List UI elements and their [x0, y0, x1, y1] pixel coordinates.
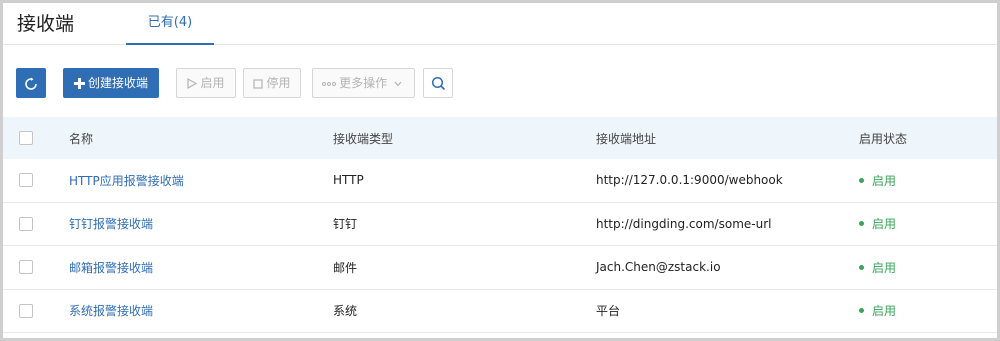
receiver-name-link[interactable]: HTTP应用报警接收端	[69, 159, 184, 202]
receiver-name-link[interactable]: 系统报警接收端	[69, 290, 153, 333]
row-checkbox[interactable]	[19, 260, 33, 275]
row-checkbox[interactable]	[19, 173, 33, 188]
enable-label: 启用	[200, 76, 225, 90]
app-frame: 接收端 已有(4) 创建接收端 启用 停用 更多操作 名称 接收端类型 接收端地…	[0, 0, 1000, 341]
status-badge: 启用	[859, 246, 896, 289]
page-title: 接收端	[17, 13, 75, 35]
chevron-down-icon	[394, 69, 402, 97]
stop-icon	[253, 69, 264, 97]
play-icon	[187, 69, 198, 97]
receiver-address: 平台	[596, 304, 621, 319]
receiver-name-link[interactable]: 邮箱报警接收端	[69, 246, 153, 289]
status-label: 启用	[872, 217, 897, 232]
status-dot-icon	[859, 308, 864, 314]
toolbar: 创建接收端 启用 停用 更多操作	[3, 65, 997, 99]
receiver-type: 系统	[333, 304, 358, 319]
search-icon	[431, 76, 445, 91]
status-badge: 启用	[859, 159, 896, 202]
disable-button[interactable]: 停用	[243, 68, 301, 98]
status-dot-icon	[859, 177, 864, 183]
more-dots-icon	[322, 69, 337, 97]
status-badge: 启用	[859, 203, 896, 246]
row-checkbox[interactable]	[19, 303, 33, 318]
column-header-status[interactable]: 启用状态	[859, 117, 907, 159]
status-dot-icon	[859, 264, 864, 270]
disable-label: 停用	[266, 76, 291, 90]
table-row[interactable]: 钉钉报警接收端 钉钉 http://dingding.com/some-url …	[3, 203, 997, 246]
more-actions-button[interactable]: 更多操作	[312, 68, 415, 98]
select-all-checkbox[interactable]	[19, 131, 33, 145]
enable-button[interactable]: 启用	[176, 68, 236, 98]
status-badge: 启用	[859, 290, 896, 333]
table-row[interactable]: 系统报警接收端 系统 平台 启用	[3, 290, 997, 333]
receiver-type: HTTP	[333, 173, 364, 188]
status-dot-icon	[859, 221, 864, 227]
receiver-name-link[interactable]: 钉钉报警接收端	[69, 203, 153, 246]
tab-existing[interactable]: 已有(4)	[126, 3, 214, 45]
receiver-type: 邮件	[333, 260, 358, 275]
column-header-type[interactable]: 接收端类型	[333, 117, 393, 159]
table-row[interactable]: 邮箱报警接收端 邮件 Jach.Chen@zstack.io 启用	[3, 246, 997, 290]
receiver-type: 钉钉	[333, 217, 358, 232]
receiver-address: http://dingding.com/some-url	[596, 216, 772, 231]
row-checkbox[interactable]	[19, 216, 33, 231]
receiver-table: 名称 接收端类型 接收端地址 启用状态 HTTP应用报警接收端 HTTP htt…	[3, 117, 997, 333]
create-receiver-button[interactable]: 创建接收端	[63, 68, 159, 98]
status-label: 启用	[872, 173, 897, 188]
more-actions-label: 更多操作	[339, 76, 388, 90]
plus-icon	[73, 69, 85, 97]
refresh-icon	[25, 77, 37, 90]
column-header-address[interactable]: 接收端地址	[596, 117, 656, 159]
table-header: 名称 接收端类型 接收端地址 启用状态	[3, 117, 997, 159]
table-row[interactable]: HTTP应用报警接收端 HTTP http://127.0.0.1:9000/w…	[3, 159, 997, 203]
create-receiver-label: 创建接收端	[87, 76, 148, 90]
refresh-button[interactable]	[16, 68, 46, 98]
search-button[interactable]	[423, 68, 453, 98]
column-header-name[interactable]: 名称	[69, 117, 93, 159]
page-header: 接收端 已有(4)	[3, 3, 997, 45]
status-label: 启用	[872, 304, 897, 319]
status-label: 启用	[872, 260, 897, 275]
receiver-address: http://127.0.0.1:9000/webhook	[596, 173, 783, 188]
receiver-address: Jach.Chen@zstack.io	[596, 260, 721, 275]
